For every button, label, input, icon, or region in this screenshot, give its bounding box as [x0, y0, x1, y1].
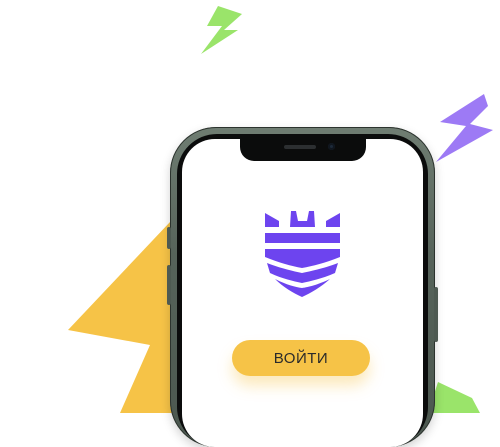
- phone-side-button: [167, 227, 171, 249]
- phone-screen: ВОЙТИ: [182, 139, 423, 447]
- purple-lightning-icon: [436, 94, 493, 162]
- speaker-grille: [283, 145, 316, 149]
- phone-mockup: ВОЙТИ: [167, 127, 438, 447]
- front-camera: [327, 143, 335, 150]
- green-lightning-icon: [201, 6, 242, 54]
- login-button[interactable]: ВОЙТИ: [232, 340, 370, 376]
- green-lightning-bottom-icon: [428, 382, 480, 413]
- phone-volume-button: [167, 265, 171, 305]
- phone-power-button: [434, 287, 438, 342]
- phone-notch: [239, 139, 366, 161]
- shield-castle-icon: [265, 211, 340, 297]
